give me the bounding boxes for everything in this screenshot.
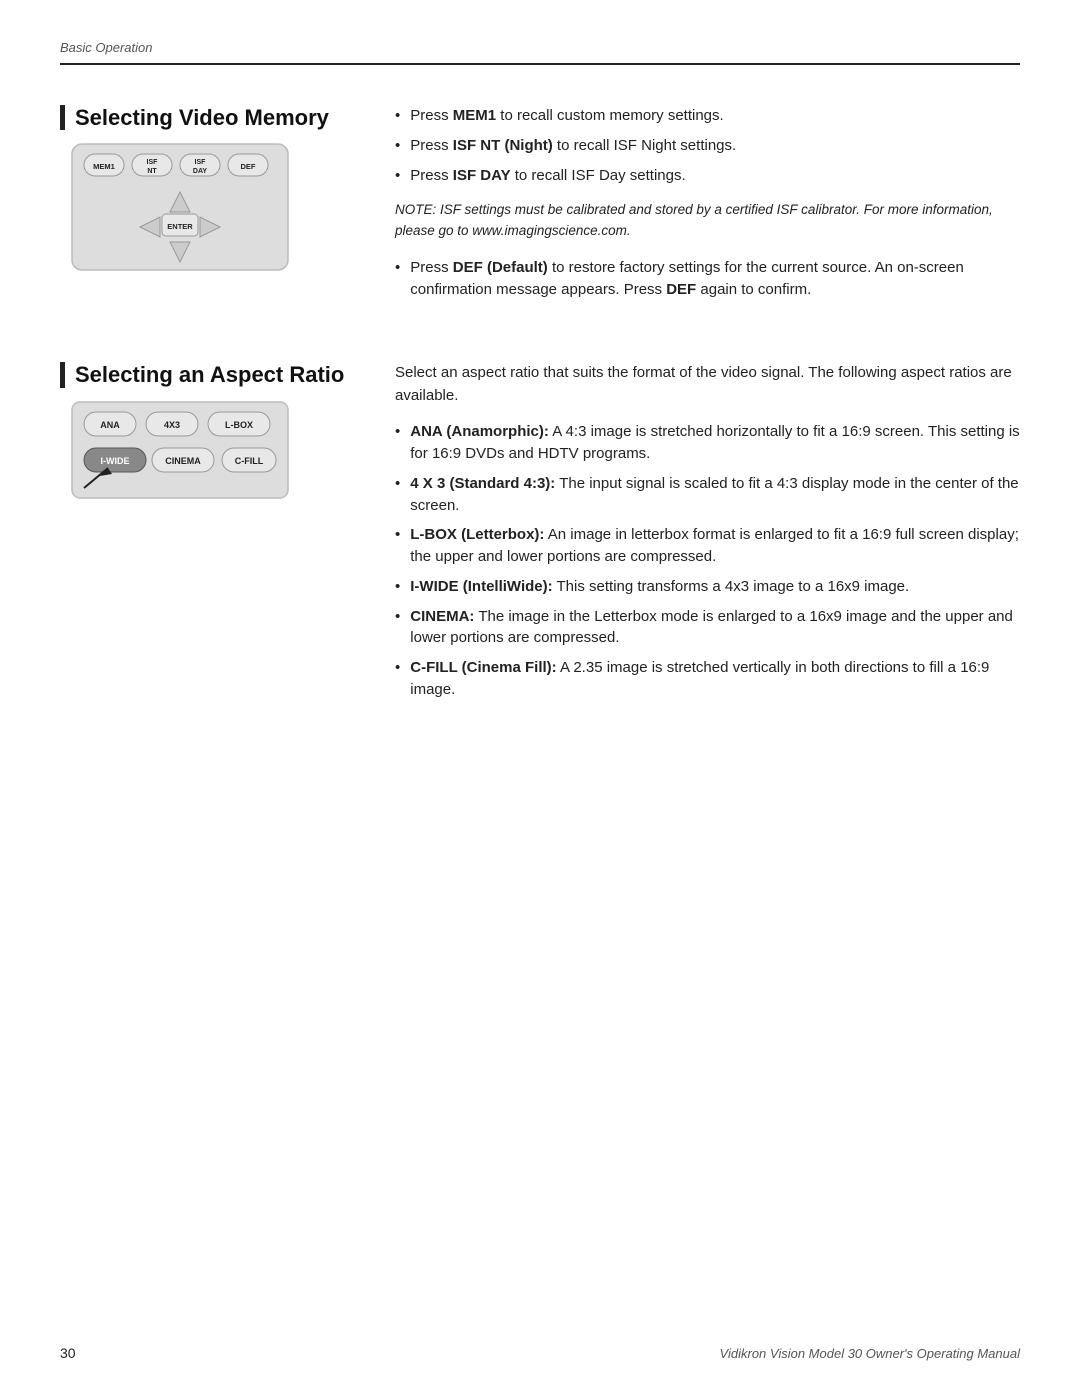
section2-right: Select an aspect ratio that suits the fo… xyxy=(365,362,1020,714)
bullet-4x3: 4 X 3 (Standard 4:3): The input signal i… xyxy=(395,473,1020,517)
section1-title-block: Selecting Video Memory xyxy=(60,105,365,130)
section2-intro: Select an aspect ratio that suits the fo… xyxy=(395,362,1020,407)
section1-left: Selecting Video Memory MEM1 ISF NT xyxy=(60,105,365,314)
svg-text:I-WIDE: I-WIDE xyxy=(101,456,130,466)
section1-right: Press MEM1 to recall custom memory setti… xyxy=(365,105,1020,314)
page-number: 30 xyxy=(60,1345,76,1361)
section2-title: Selecting an Aspect Ratio xyxy=(75,362,365,387)
svg-text:ISF: ISF xyxy=(195,159,207,166)
svg-text:ISF: ISF xyxy=(147,159,159,166)
bullet-isfnt: Press ISF NT (Night) to recall ISF Night… xyxy=(395,135,1020,157)
svg-text:L-BOX: L-BOX xyxy=(225,420,253,430)
section2-title-block: Selecting an Aspect Ratio xyxy=(60,362,365,387)
section2-bullet-list: ANA (Anamorphic): A 4:3 image is stretch… xyxy=(395,421,1020,700)
bullet-cinema: CINEMA: The image in the Letterbox mode … xyxy=(395,606,1020,650)
section1-bullet-def: Press DEF (Default) to restore factory s… xyxy=(395,257,1020,301)
svg-text:CINEMA: CINEMA xyxy=(165,456,201,466)
svg-text:MEM1: MEM1 xyxy=(93,162,115,171)
svg-text:4X3: 4X3 xyxy=(164,420,180,430)
breadcrumb: Basic Operation xyxy=(60,40,1020,55)
top-divider xyxy=(60,63,1020,65)
section1-title: Selecting Video Memory xyxy=(75,105,365,130)
note-block: NOTE: ISF settings must be calibrated an… xyxy=(395,200,1020,241)
bullet-iwide: I-WIDE (IntelliWide): This setting trans… xyxy=(395,576,1020,598)
bullet-lbox: L-BOX (Letterbox): An image in letterbox… xyxy=(395,524,1020,568)
bullet-def: Press DEF (Default) to restore factory s… xyxy=(395,257,1020,301)
svg-text:DEF: DEF xyxy=(241,162,256,171)
section-video-memory: Selecting Video Memory MEM1 ISF NT xyxy=(60,105,1020,314)
svg-text:ANA: ANA xyxy=(100,420,120,430)
remote-svg-2: ANA 4X3 L-BOX I-WIDE CINEMA C xyxy=(70,400,290,500)
section-aspect-ratio: Selecting an Aspect Ratio ANA 4X3 L-BOX xyxy=(60,362,1020,714)
remote-image-2: ANA 4X3 L-BOX I-WIDE CINEMA C xyxy=(70,400,365,500)
bullet-isfday: Press ISF DAY to recall ISF Day settings… xyxy=(395,165,1020,187)
bullet-cfill: C-FILL (Cinema Fill): A 2.35 image is st… xyxy=(395,657,1020,701)
bullet-ana: ANA (Anamorphic): A 4:3 image is stretch… xyxy=(395,421,1020,465)
bullet-mem1: Press MEM1 to recall custom memory setti… xyxy=(395,105,1020,127)
remote-image-1: MEM1 ISF NT ISF DAY DEF xyxy=(70,142,365,272)
footer-title: Vidikron Vision Model 30 Owner's Operati… xyxy=(720,1346,1020,1361)
svg-text:ENTER: ENTER xyxy=(167,222,193,231)
page-footer: 30 Vidikron Vision Model 30 Owner's Oper… xyxy=(0,1345,1080,1361)
svg-text:NT: NT xyxy=(147,168,157,175)
svg-text:DAY: DAY xyxy=(193,168,207,175)
section2-left: Selecting an Aspect Ratio ANA 4X3 L-BOX xyxy=(60,362,365,714)
remote-svg-1: MEM1 ISF NT ISF DAY DEF xyxy=(70,142,290,272)
svg-text:C-FILL: C-FILL xyxy=(235,456,264,466)
page-content: Basic Operation Selecting Video Memory M… xyxy=(0,0,1080,823)
section1-bullet-list: Press MEM1 to recall custom memory setti… xyxy=(395,105,1020,186)
